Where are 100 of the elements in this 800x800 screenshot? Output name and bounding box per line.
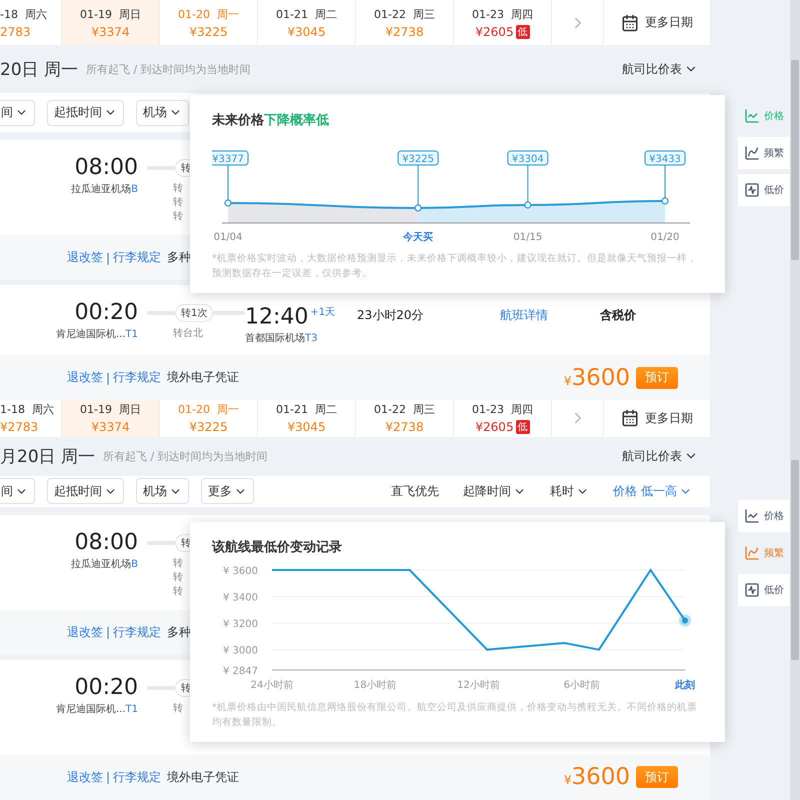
transfer-city: 转 — [172, 182, 183, 196]
popup-title: 未来价格下降概率低 — [212, 112, 330, 129]
axis-label: 01/20 — [650, 232, 680, 243]
price-label: ¥3225 — [398, 150, 439, 166]
chart-icon — [744, 182, 760, 198]
axis-label: 今天买 — [403, 232, 434, 243]
transfer-city: 转 — [172, 210, 183, 224]
flight-details-link[interactable]: 航班详情 — [500, 299, 600, 324]
price: ¥3600 — [564, 364, 630, 390]
side-tool[interactable]: 价格 — [738, 500, 790, 532]
ticket-note: 多种 — [167, 624, 192, 641]
date-option[interactable]: 01-19 周日 ¥3374 — [62, 400, 160, 437]
stops-tag: 转1次 — [175, 304, 214, 322]
date-option[interactable]: 01-22 周三 ¥2738 — [356, 400, 454, 437]
side-tool[interactable]: 频繁 — [738, 137, 790, 169]
departure-time: 00:20 — [74, 674, 138, 702]
transfer-city: 转台北 — [172, 327, 203, 341]
separator: | — [106, 250, 110, 264]
chart-icon — [744, 508, 760, 524]
filter-dropdown[interactable]: 间 — [0, 100, 35, 126]
date-option[interactable]: 01-23 周四 ¥2605 低 — [454, 0, 552, 46]
transfer-city: 转 — [172, 570, 183, 585]
data-point — [414, 204, 422, 212]
date-heading: 20日 周一 — [0, 58, 78, 81]
filter-dropdown[interactable]: 机场 — [136, 478, 189, 504]
filter-dropdown[interactable]: 起抵时间 — [47, 100, 124, 126]
sort-option[interactable]: 起降时间 — [457, 482, 532, 501]
sort-option[interactable]: 直飞优先 — [385, 482, 446, 501]
departure-time: 08:00 — [74, 528, 138, 557]
ticket-note: 境外电子凭证 — [167, 369, 240, 386]
leader-line — [527, 164, 528, 202]
airline-compare-button[interactable]: 航司比价表 — [622, 448, 698, 465]
departure-airport: 肯尼迪国际机...T1 — [56, 702, 138, 716]
tax-note: 含税价 — [600, 307, 636, 324]
chart-icon — [744, 108, 760, 124]
axis-label: ¥ 3400 — [223, 592, 258, 604]
time-note: 所有起飞 / 到达时间均为当地时间 — [103, 448, 268, 464]
refund-link[interactable]: 退改签 — [67, 249, 103, 266]
separator: | — [106, 625, 110, 640]
date-option[interactable]: 01-23 周四 ¥2605 低 — [454, 400, 552, 437]
disclaimer: *机票价格实时波动，大数据价格预测显示，未来价格下调概率较小，建议现在就订。但是就像天气预报一样，预测数据存在一定误差，仅供参考。 — [212, 252, 698, 282]
baggage-link[interactable]: 行李规定 — [113, 249, 162, 266]
departure-time: 08:00 — [74, 154, 138, 182]
date-option[interactable]: 01-21 周二 ¥3045 — [258, 400, 356, 437]
refund-link[interactable]: 退改签 — [67, 624, 103, 641]
axis-label: 01/15 — [513, 232, 542, 243]
chart-icon — [744, 545, 760, 561]
popup-title: 该航线最低价变动记录 — [212, 538, 343, 556]
filter-dropdown[interactable]: 更多 — [201, 478, 254, 504]
filter-dropdown[interactable]: 起抵时间 — [47, 478, 124, 504]
separator: | — [106, 370, 110, 384]
filter-dropdown[interactable]: 机场 — [136, 100, 189, 126]
axis-label: ¥ 3600 — [223, 566, 258, 577]
current-point — [679, 614, 691, 626]
axis-label: ¥ 2847 — [223, 666, 258, 677]
axis-label: 此刻 — [675, 680, 695, 691]
side-tool[interactable]: 低价 — [738, 174, 790, 206]
baggage-link[interactable]: 行李规定 — [113, 624, 162, 641]
lowest-badge: 低 — [516, 420, 530, 434]
side-tool[interactable]: 低价 — [738, 574, 790, 606]
separator: | — [106, 770, 110, 784]
transfer-city: 转 — [172, 584, 183, 599]
disclaimer: *机票价格由中国民航信息网络股份有限公司、航空公司及供应商提供，价格变动与携程无关。不同价格的机票均有数量限制。 — [212, 701, 698, 730]
calendar-icon — [621, 409, 639, 428]
data-point — [224, 199, 232, 207]
arrival-airport: 首都国际机场T3 — [245, 332, 318, 346]
sort-option[interactable]: 价格 低一高 — [607, 482, 698, 501]
date-heading: 月20日 周一 — [0, 446, 96, 468]
axis-label: ¥ 3000 — [223, 646, 258, 657]
axis-label: 01/04 — [214, 232, 242, 243]
lowest-badge: 低 — [516, 24, 530, 39]
leader-line — [664, 164, 666, 198]
chart-icon — [744, 582, 760, 598]
transfer-city: 转 — [172, 196, 183, 210]
data-point — [661, 197, 669, 205]
airline-compare-button[interactable]: 航司比价表 — [622, 60, 698, 78]
transfer-city: 转 — [172, 556, 183, 571]
leader-line — [418, 164, 419, 206]
price-label: ¥3377 — [212, 150, 248, 166]
baggage-link[interactable]: 行李规定 — [113, 369, 162, 386]
ticket-note: 多种 — [167, 249, 192, 266]
price-label: ¥3433 — [644, 150, 686, 166]
filter-dropdown[interactable]: 间 — [0, 478, 35, 504]
departure-time: 00:20 — [74, 299, 138, 327]
date-option[interactable]: 01-19 周日 ¥3374 — [62, 0, 160, 46]
refund-link[interactable]: 退改签 — [67, 369, 103, 386]
arrival-time: 12:40$^{+1天}$ — [245, 303, 336, 332]
price: ¥3600 — [564, 764, 630, 790]
date-option[interactable]: 01-21 周二 ¥3045 — [258, 0, 356, 46]
axis-label: 12小时前 — [457, 680, 500, 691]
baggage-link[interactable]: 行李规定 — [113, 768, 162, 786]
sort-option[interactable]: 耗时 — [544, 482, 596, 501]
transfer-city: 转 — [172, 702, 183, 716]
date-option[interactable]: 01-22 周三 ¥2738 — [356, 0, 454, 46]
refund-link[interactable]: 退改签 — [67, 768, 103, 786]
departure-airport: 拉瓜迪亚机场B — [71, 558, 138, 571]
axis-label: 18小时前 — [354, 680, 397, 691]
departure-airport: 拉瓜迪亚机场B — [71, 182, 138, 196]
axis-label: ¥ 3200 — [223, 619, 258, 630]
axis-label: 24小时前 — [250, 680, 294, 691]
